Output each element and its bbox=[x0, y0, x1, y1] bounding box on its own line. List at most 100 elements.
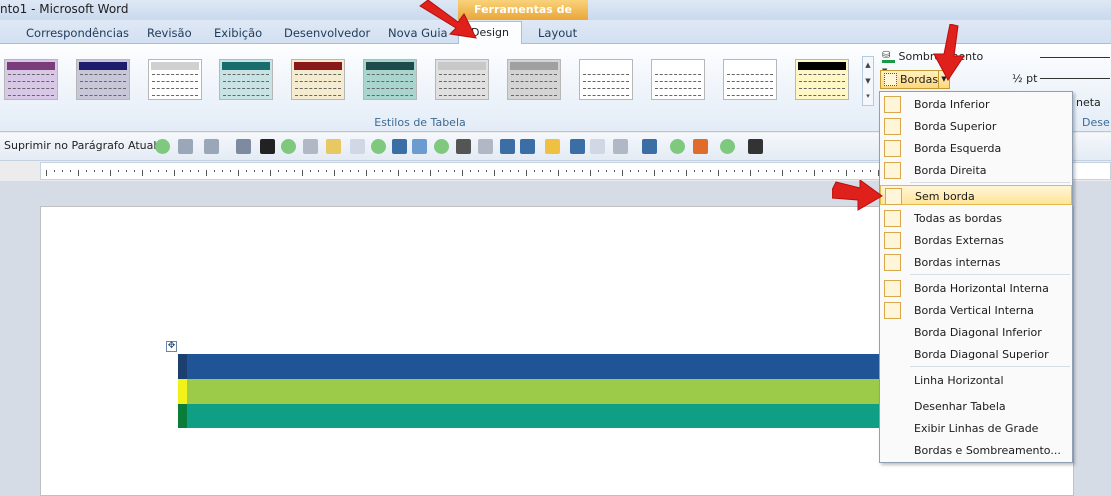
toolbar-tool-icon[interactable] bbox=[613, 139, 628, 154]
ruler-tick bbox=[398, 170, 399, 176]
table-style-thumbnail[interactable] bbox=[291, 59, 345, 100]
tab-correspondencias[interactable]: Correspondências bbox=[22, 24, 133, 44]
menu-item-border-bottom[interactable]: Borda Inferior bbox=[880, 94, 1072, 114]
tab-layout[interactable]: Layout bbox=[534, 24, 581, 44]
toolbar-tool-icon[interactable] bbox=[371, 139, 386, 154]
pen-weight-line[interactable] bbox=[1040, 78, 1110, 79]
ruler-tick bbox=[654, 170, 655, 176]
menu-item-all-borders[interactable]: Todas as bordas bbox=[880, 208, 1072, 228]
menu-item-outside-borders[interactable]: Bordas Externas bbox=[880, 230, 1072, 250]
menu-item-label: Desenhar Tabela bbox=[914, 400, 1006, 413]
toolbar-tool-icon[interactable] bbox=[748, 139, 763, 154]
first-column-cell[interactable] bbox=[178, 379, 187, 404]
gallery-scroll[interactable]: ▲ ▼ ▾ bbox=[862, 56, 874, 106]
table-style-thumbnail[interactable] bbox=[435, 59, 489, 100]
all-borders-icon bbox=[884, 210, 901, 227]
menu-item-border-top[interactable]: Borda Superior bbox=[880, 116, 1072, 136]
toolbar-tool-icon[interactable] bbox=[303, 139, 318, 154]
table-row[interactable] bbox=[178, 379, 880, 404]
toolbar-tool-icon[interactable] bbox=[236, 139, 251, 154]
ruler-tick bbox=[62, 170, 63, 172]
table-style-thumbnail[interactable] bbox=[76, 59, 130, 100]
menu-item-border-left[interactable]: Borda Esquerda bbox=[880, 138, 1072, 158]
style-row-line bbox=[152, 81, 198, 82]
menu-item-horizontal-line[interactable]: Linha Horizontal bbox=[880, 370, 1072, 390]
toolbar-tool-icon[interactable] bbox=[545, 139, 560, 154]
table-style-thumbnail[interactable] bbox=[4, 59, 58, 100]
style-row-line bbox=[583, 81, 629, 82]
toolbar-tool-icon[interactable] bbox=[520, 139, 535, 154]
menu-item-no-border[interactable]: Sem borda bbox=[880, 185, 1072, 205]
table-row[interactable] bbox=[178, 404, 880, 428]
toolbar-tool-icon[interactable] bbox=[670, 139, 685, 154]
gallery-down-icon[interactable]: ▼ bbox=[863, 73, 873, 89]
toolbar-tool-icon[interactable] bbox=[281, 139, 296, 154]
toolbar-tool-icon[interactable] bbox=[178, 139, 193, 154]
toolbar-tool-icon[interactable] bbox=[590, 139, 605, 154]
toolbar-tool-icon[interactable] bbox=[642, 139, 657, 154]
table-style-thumbnail[interactable] bbox=[723, 59, 777, 100]
first-column-cell[interactable] bbox=[178, 404, 187, 428]
menu-item-borders-shading-dialog[interactable]: Bordas e Sombreamento... bbox=[880, 440, 1072, 460]
table-style-thumbnail[interactable] bbox=[219, 59, 273, 100]
toolbar-tool-icon[interactable] bbox=[204, 139, 219, 154]
toolbar-tool-icon[interactable] bbox=[326, 139, 341, 154]
menu-item-draw-table[interactable]: Desenhar Tabela bbox=[880, 396, 1072, 416]
toolbar-tool-icon[interactable] bbox=[720, 139, 735, 154]
table-style-thumbnail[interactable] bbox=[795, 59, 849, 100]
ruler-tick bbox=[278, 170, 279, 172]
menu-item-inside-borders[interactable]: Bordas internas bbox=[880, 252, 1072, 272]
ruler-tick bbox=[726, 170, 727, 172]
toolbar-tool-icon[interactable] bbox=[693, 139, 708, 154]
toolbar-tool-icon[interactable] bbox=[392, 139, 407, 154]
menu-item-diagonal-up-border[interactable]: Borda Diagonal Superior bbox=[880, 344, 1072, 364]
pen-color-label[interactable]: neta bbox=[1076, 96, 1101, 109]
menu-item-inside-horizontal-border[interactable]: Borda Horizontal Interna bbox=[880, 278, 1072, 298]
diagonal-down-border-icon bbox=[884, 324, 901, 341]
toolbar-tool-icon[interactable] bbox=[155, 139, 170, 154]
table-row[interactable] bbox=[178, 354, 880, 379]
table-style-thumbnail[interactable] bbox=[507, 59, 561, 100]
ruler-tick bbox=[526, 170, 527, 176]
toolbar-tool-icon[interactable] bbox=[570, 139, 585, 154]
pen-weight-value[interactable]: ½ pt bbox=[1012, 72, 1037, 85]
annotation-arrow-borders bbox=[933, 24, 965, 81]
menu-item-border-right[interactable]: Borda Direita bbox=[880, 160, 1072, 180]
ruler-tick bbox=[182, 170, 183, 172]
table-style-thumbnail[interactable] bbox=[148, 59, 202, 100]
menu-item-inside-vertical-border[interactable]: Borda Vertical Interna bbox=[880, 300, 1072, 320]
table-style-thumbnail[interactable] bbox=[579, 59, 633, 100]
tab-desenvolvedor[interactable]: Desenvolvedor bbox=[280, 24, 374, 44]
gallery-more-icon[interactable]: ▾ bbox=[863, 89, 873, 103]
toolbar-tool-icon[interactable] bbox=[412, 139, 427, 154]
ruler-tick bbox=[590, 170, 591, 176]
draw-table-icon bbox=[884, 398, 901, 415]
toolbar-tool-icon[interactable] bbox=[456, 139, 471, 154]
horizontal-line-icon bbox=[884, 372, 901, 389]
toolbar-tool-icon[interactable] bbox=[434, 139, 449, 154]
menu-item-view-gridlines[interactable]: Exibir Linhas de Grade bbox=[880, 418, 1072, 438]
toolbar-tool-icon[interactable] bbox=[260, 139, 275, 154]
gallery-up-icon[interactable]: ▲ bbox=[863, 57, 873, 73]
table-move-handle-icon[interactable]: ✥ bbox=[166, 341, 177, 352]
first-column-cell[interactable] bbox=[178, 354, 187, 379]
tab-exibicao[interactable]: Exibição bbox=[210, 24, 266, 44]
ruler-tick bbox=[462, 170, 463, 176]
pen-style-line[interactable] bbox=[1040, 57, 1110, 58]
menu-item-label: Borda Diagonal Inferior bbox=[914, 326, 1042, 339]
ruler-tick bbox=[70, 170, 71, 172]
table-style-thumbnail[interactable] bbox=[363, 59, 417, 100]
menu-item-diagonal-down-border[interactable]: Borda Diagonal Inferior bbox=[880, 322, 1072, 342]
window-title: nto1 - Microsoft Word bbox=[0, 2, 129, 16]
toolbar-tool-icon[interactable] bbox=[500, 139, 515, 154]
toolbar-tool-icon[interactable] bbox=[350, 139, 365, 154]
table-style-thumbnail[interactable] bbox=[651, 59, 705, 100]
style-row-line bbox=[511, 74, 557, 75]
outside-borders-icon bbox=[884, 232, 901, 249]
suppress-paragraph-label[interactable]: Suprimir no Parágrafo Atual bbox=[4, 139, 156, 152]
tab-revisao[interactable]: Revisão bbox=[143, 24, 196, 44]
ruler-tick bbox=[246, 170, 247, 172]
style-row-line bbox=[655, 81, 701, 82]
style-row-line bbox=[583, 74, 629, 75]
toolbar-tool-icon[interactable] bbox=[478, 139, 493, 154]
